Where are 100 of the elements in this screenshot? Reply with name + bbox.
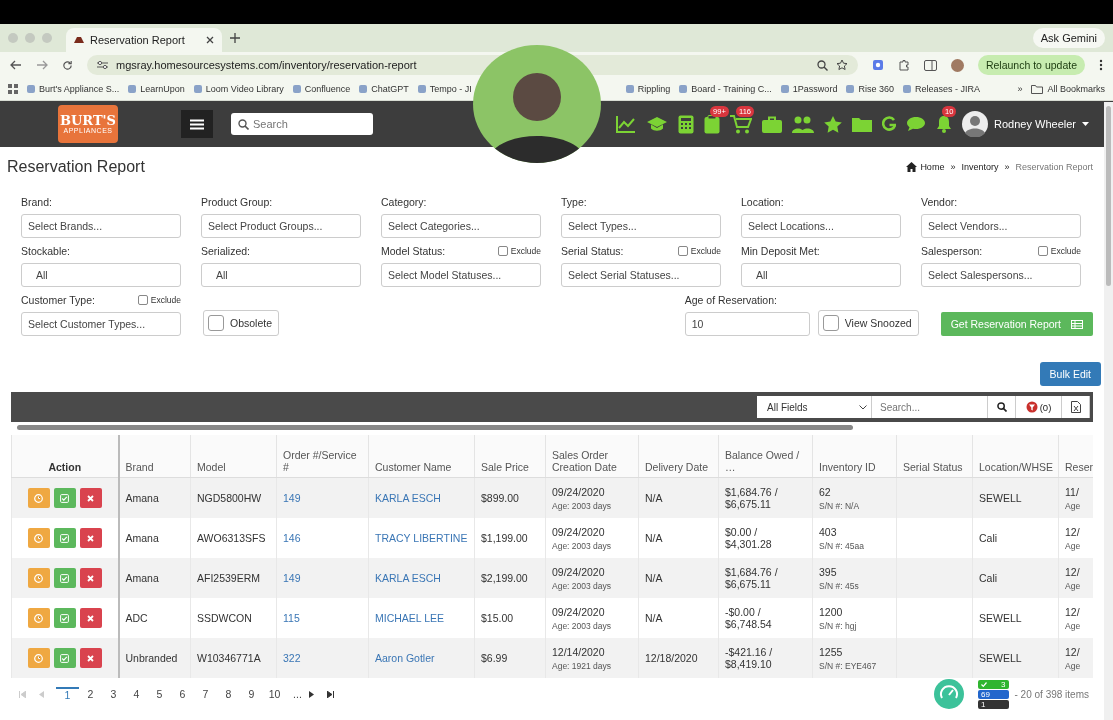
- table-cell-text: 12/: [1065, 605, 1081, 618]
- page-link[interactable]: 8: [217, 688, 240, 700]
- filter-label: Product Group:: [201, 196, 273, 208]
- table-cell: AWO6313SFS: [197, 532, 266, 544]
- multiselect-field[interactable]: Select Categories...: [381, 214, 541, 238]
- select-field[interactable]: All: [21, 263, 181, 287]
- page-link[interactable]: 1: [56, 687, 79, 701]
- page-link[interactable]: 4: [125, 688, 148, 700]
- all-bookmarks[interactable]: All Bookmarks: [1031, 84, 1105, 94]
- grid-search-field[interactable]: Search...: [872, 396, 988, 418]
- table-cell-text: 403: [819, 525, 838, 538]
- bookmark[interactable]: Loom Video Library: [193, 84, 284, 94]
- column-header[interactable]: Sales Order Creation Date: [545, 435, 639, 478]
- select-field[interactable]: All: [741, 263, 901, 287]
- multiselect-field[interactable]: Select Brands...: [21, 214, 181, 238]
- bulk-edit-button[interactable]: Bulk Edit: [1039, 362, 1101, 386]
- page-link[interactable]: ...: [286, 688, 309, 700]
- column-header[interactable]: Serial Status: [896, 435, 973, 478]
- order-link[interactable]: 322: [283, 652, 301, 664]
- table-cell-text: 62: [819, 485, 832, 498]
- table-cell-text: 11/: [1065, 485, 1080, 498]
- multiselect-field[interactable]: Select Customer Types...: [21, 312, 181, 336]
- multiselect-field[interactable]: Select Types...: [561, 214, 721, 238]
- multiselect-field[interactable]: Select Product Groups...: [201, 214, 361, 238]
- filter-label: Type:: [561, 196, 587, 208]
- ask-gemini-button[interactable]: Ask Gemini: [1032, 28, 1105, 48]
- page-link[interactable]: 6: [171, 688, 194, 700]
- page-link[interactable]: 2: [79, 688, 102, 700]
- serial-number-text: S/N #: hgj: [819, 620, 858, 631]
- page-link[interactable]: 5: [148, 688, 171, 700]
- customer-link[interactable]: MICHAEL LEE: [375, 612, 445, 624]
- page-link[interactable]: 10: [263, 688, 286, 700]
- page-link[interactable]: 3: [102, 688, 125, 700]
- page-link[interactable]: 7: [194, 688, 217, 700]
- table-cell: SEWELL: [979, 492, 1022, 504]
- column-header[interactable]: Delivery Date: [638, 435, 719, 478]
- table-cell: N/A: [645, 572, 663, 584]
- column-header[interactable]: Model: [190, 435, 277, 478]
- customer-link[interactable]: TRACY LIBERTINE: [375, 532, 468, 544]
- table-cell: Amana: [125, 492, 159, 504]
- column-header[interactable]: Customer Name: [368, 435, 475, 478]
- customer-link[interactable]: Aaron Gotler: [375, 652, 435, 664]
- column-header[interactable]: Balance Owed / …: [718, 435, 813, 478]
- obsolete-checkbox[interactable]: Obsolete: [203, 310, 280, 336]
- bookmark[interactable]: Confluence: [292, 84, 351, 94]
- view-snoozed-checkbox[interactable]: View Snoozed: [817, 310, 919, 336]
- bookmark[interactable]: 1Password: [780, 84, 838, 94]
- order-link[interactable]: 149: [283, 492, 301, 504]
- column-header[interactable]: Inventory ID: [812, 435, 897, 478]
- bookmark[interactable]: Burt's Appliance S...: [27, 84, 120, 94]
- age-input[interactable]: 10: [684, 312, 810, 336]
- bookmark[interactable]: LearnUpon: [128, 84, 185, 94]
- age-text: Age: 2003 days: [552, 540, 613, 551]
- column-header[interactable]: Reser: [1058, 435, 1093, 478]
- bookmark[interactable]: Board - Training C...: [679, 84, 772, 94]
- customer-link[interactable]: KARLA ESCH: [375, 572, 441, 584]
- column-header[interactable]: Sale Price: [474, 435, 546, 478]
- customer-link[interactable]: KARLA ESCH: [375, 492, 441, 504]
- field-select[interactable]: All Fields: [757, 396, 872, 418]
- table-cell: N/A: [645, 532, 663, 544]
- bookmark[interactable]: Rise 360: [846, 84, 894, 94]
- exclude-label: Exclude: [1050, 246, 1081, 256]
- bookmark[interactable]: Rippling: [625, 84, 671, 94]
- breadcrumb-separator: »: [1004, 162, 1010, 172]
- table-cell: 12/18/2020: [645, 652, 698, 664]
- table-cell-text: 09/24/2020: [552, 565, 606, 578]
- order-link[interactable]: 149: [283, 572, 301, 584]
- order-link[interactable]: 115: [283, 612, 300, 624]
- multiselect-field[interactable]: Select Salespersons...: [921, 263, 1081, 287]
- user-menu[interactable]: Rodney Wheeler: [962, 111, 1089, 137]
- column-header[interactable]: Order #/Service #: [276, 435, 369, 478]
- column-header[interactable]: Brand: [118, 435, 191, 478]
- column-header[interactable]: Action: [11, 435, 119, 478]
- select-field[interactable]: All: [201, 263, 361, 287]
- multiselect-field[interactable]: Select Vendors...: [921, 214, 1081, 238]
- bookmark[interactable]: Tempo - JI: [417, 84, 472, 94]
- table-cell: Cali: [979, 572, 998, 584]
- breadcrumb-link[interactable]: Home: [906, 162, 945, 172]
- table-cell: ADC: [125, 612, 148, 624]
- search-field[interactable]: Search: [231, 113, 373, 135]
- multiselect-field[interactable]: Select Model Statuses...: [381, 263, 541, 287]
- filter-label: Brand:: [21, 196, 52, 208]
- browser-tab[interactable]: Reservation Report: [66, 28, 222, 52]
- multiselect-field[interactable]: Select Locations...: [741, 214, 901, 238]
- bookmark[interactable]: Releases - JIRA: [902, 84, 980, 94]
- call-count-badge[interactable]: 69: [978, 689, 1009, 699]
- filter-label: Salesperson:: [921, 245, 983, 257]
- breadcrumb-link[interactable]: Inventory: [961, 162, 999, 172]
- filter-label: Customer Type:: [21, 294, 95, 306]
- exclude-label: Exclude: [150, 295, 181, 305]
- message-count-badge[interactable]: 1: [978, 699, 1009, 709]
- table-cell: N/A: [645, 492, 663, 504]
- column-header[interactable]: Location/WHSE: [972, 435, 1059, 478]
- page-link[interactable]: 9: [240, 688, 263, 700]
- more-bookmarks[interactable]: »: [1017, 84, 1023, 94]
- filter-button[interactable]: (0): [1016, 396, 1062, 418]
- relaunch-button[interactable]: Relaunch to update: [977, 55, 1085, 75]
- order-link[interactable]: 146: [283, 532, 301, 544]
- bookmark[interactable]: ChatGPT: [359, 84, 409, 94]
- multiselect-field[interactable]: Select Serial Statuses...: [561, 263, 721, 287]
